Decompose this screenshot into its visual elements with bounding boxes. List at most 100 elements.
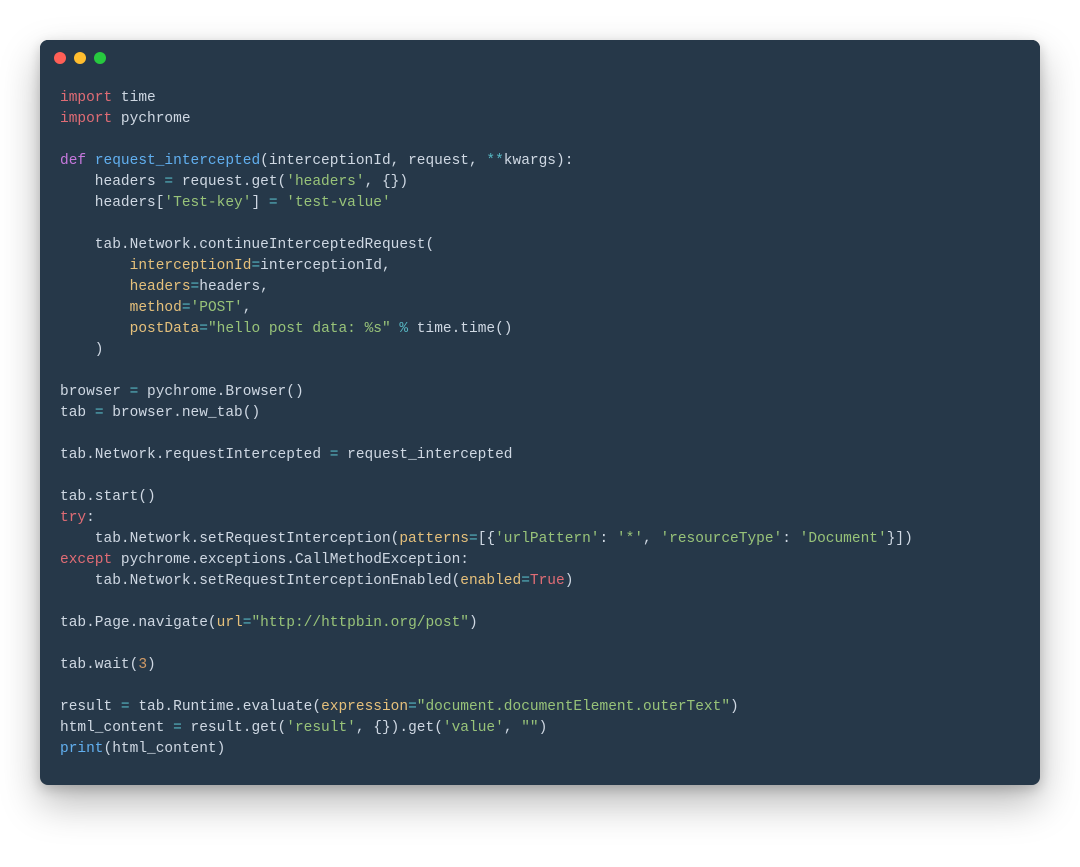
code-token: print xyxy=(60,741,104,757)
code-token: 'value' xyxy=(443,720,504,736)
code-token: "" xyxy=(521,720,538,736)
code-token: headers xyxy=(60,174,164,190)
code-token: (interceptionId, request, xyxy=(260,153,486,169)
code-token: : xyxy=(86,510,95,526)
code-token: 'test-value' xyxy=(286,195,390,211)
code-token xyxy=(60,321,130,337)
code-token: ) xyxy=(147,657,156,673)
code-token: pychrome.Browser() xyxy=(138,384,303,400)
code-token xyxy=(60,300,130,316)
code-token: = xyxy=(95,405,104,421)
code-line: interceptionId=interceptionId, xyxy=(60,256,1020,277)
code-token: ) xyxy=(730,699,739,715)
code-token: : xyxy=(782,531,799,547)
code-token: 'urlPattern' xyxy=(495,531,599,547)
code-token xyxy=(60,258,130,274)
code-token: = xyxy=(182,300,191,316)
code-token: "document.documentElement.outerText" xyxy=(417,699,730,715)
code-token: , xyxy=(504,720,521,736)
code-line: tab.wait(3) xyxy=(60,655,1020,676)
code-token: 'POST' xyxy=(191,300,243,316)
code-token: tab.Network.requestIntercepted xyxy=(60,447,330,463)
code-token: kwargs): xyxy=(504,153,574,169)
code-line: ) xyxy=(60,340,1020,361)
code-line: html_content = result.get('result', {}).… xyxy=(60,718,1020,739)
code-token: "http://httpbin.org/post" xyxy=(251,615,469,631)
code-line: tab.Network.continueInterceptedRequest( xyxy=(60,235,1020,256)
code-token: method xyxy=(130,300,182,316)
code-line xyxy=(60,361,1020,382)
code-editor[interactable]: import timeimport pychrome def request_i… xyxy=(40,76,1040,785)
code-line xyxy=(60,676,1020,697)
code-token: = xyxy=(521,573,530,589)
code-line: tab.Network.setRequestInterception(patte… xyxy=(60,529,1020,550)
code-token: [{ xyxy=(478,531,495,547)
code-token: tab.Network.setRequestInterception( xyxy=(60,531,399,547)
code-line: print(html_content) xyxy=(60,739,1020,760)
code-token xyxy=(60,279,130,295)
code-line xyxy=(60,424,1020,445)
code-token: = xyxy=(269,195,278,211)
code-token: patterns xyxy=(399,531,469,547)
code-token: time.time() xyxy=(408,321,512,337)
code-token: interceptionId xyxy=(130,258,252,274)
code-token: = xyxy=(164,174,173,190)
code-token: ] xyxy=(251,195,268,211)
code-token: result.get( xyxy=(182,720,286,736)
code-line: headers=headers, xyxy=(60,277,1020,298)
code-line: except pychrome.exceptions.CallMethodExc… xyxy=(60,550,1020,571)
code-token: time xyxy=(112,90,156,106)
window-titlebar xyxy=(40,40,1040,76)
code-line xyxy=(60,592,1020,613)
code-token: browser xyxy=(60,384,130,400)
code-line: tab.start() xyxy=(60,487,1020,508)
code-token: ** xyxy=(486,153,503,169)
code-token: browser.new_tab() xyxy=(104,405,261,421)
code-token: True xyxy=(530,573,565,589)
code-token: pychrome xyxy=(112,111,190,127)
code-token: , {}).get( xyxy=(356,720,443,736)
code-token: ) xyxy=(469,615,478,631)
code-token: ) xyxy=(539,720,548,736)
code-token: request.get( xyxy=(173,174,286,190)
code-window: import timeimport pychrome def request_i… xyxy=(40,40,1040,785)
code-line xyxy=(60,214,1020,235)
code-token: , {}) xyxy=(365,174,409,190)
code-line: try: xyxy=(60,508,1020,529)
code-token: except xyxy=(60,552,112,568)
code-token: % xyxy=(399,321,408,337)
code-token: url xyxy=(217,615,243,631)
code-token: = xyxy=(121,699,130,715)
code-token: : xyxy=(600,531,617,547)
code-token: 'Document' xyxy=(800,531,887,547)
code-token: tab.Page.navigate( xyxy=(60,615,217,631)
code-line: postData="hello post data: %s" % time.ti… xyxy=(60,319,1020,340)
code-token: headers xyxy=(130,279,191,295)
code-token: request_intercepted xyxy=(338,447,512,463)
code-token: (html_content) xyxy=(104,741,226,757)
code-token: , xyxy=(643,531,660,547)
code-token: = xyxy=(251,258,260,274)
code-token: request_intercepted xyxy=(95,153,260,169)
code-line: tab.Network.requestIntercepted = request… xyxy=(60,445,1020,466)
code-line xyxy=(60,466,1020,487)
code-line: tab.Page.navigate(url="http://httpbin.or… xyxy=(60,613,1020,634)
code-token: 'headers' xyxy=(286,174,364,190)
code-token: tab.wait( xyxy=(60,657,138,673)
code-token xyxy=(278,195,287,211)
code-line: headers['Test-key'] = 'test-value' xyxy=(60,193,1020,214)
traffic-light-minimize-icon[interactable] xyxy=(74,52,86,64)
code-line: headers = request.get('headers', {}) xyxy=(60,172,1020,193)
code-token: = xyxy=(408,699,417,715)
code-line xyxy=(60,130,1020,151)
code-token: tab.start() xyxy=(60,489,156,505)
code-line: tab = browser.new_tab() xyxy=(60,403,1020,424)
traffic-light-zoom-icon[interactable] xyxy=(94,52,106,64)
code-token: ) xyxy=(565,573,574,589)
code-token: , xyxy=(243,300,252,316)
code-line: def request_intercepted(interceptionId, … xyxy=(60,151,1020,172)
code-token: = xyxy=(191,279,200,295)
traffic-light-close-icon[interactable] xyxy=(54,52,66,64)
code-token: 3 xyxy=(138,657,147,673)
code-token: result xyxy=(60,699,121,715)
